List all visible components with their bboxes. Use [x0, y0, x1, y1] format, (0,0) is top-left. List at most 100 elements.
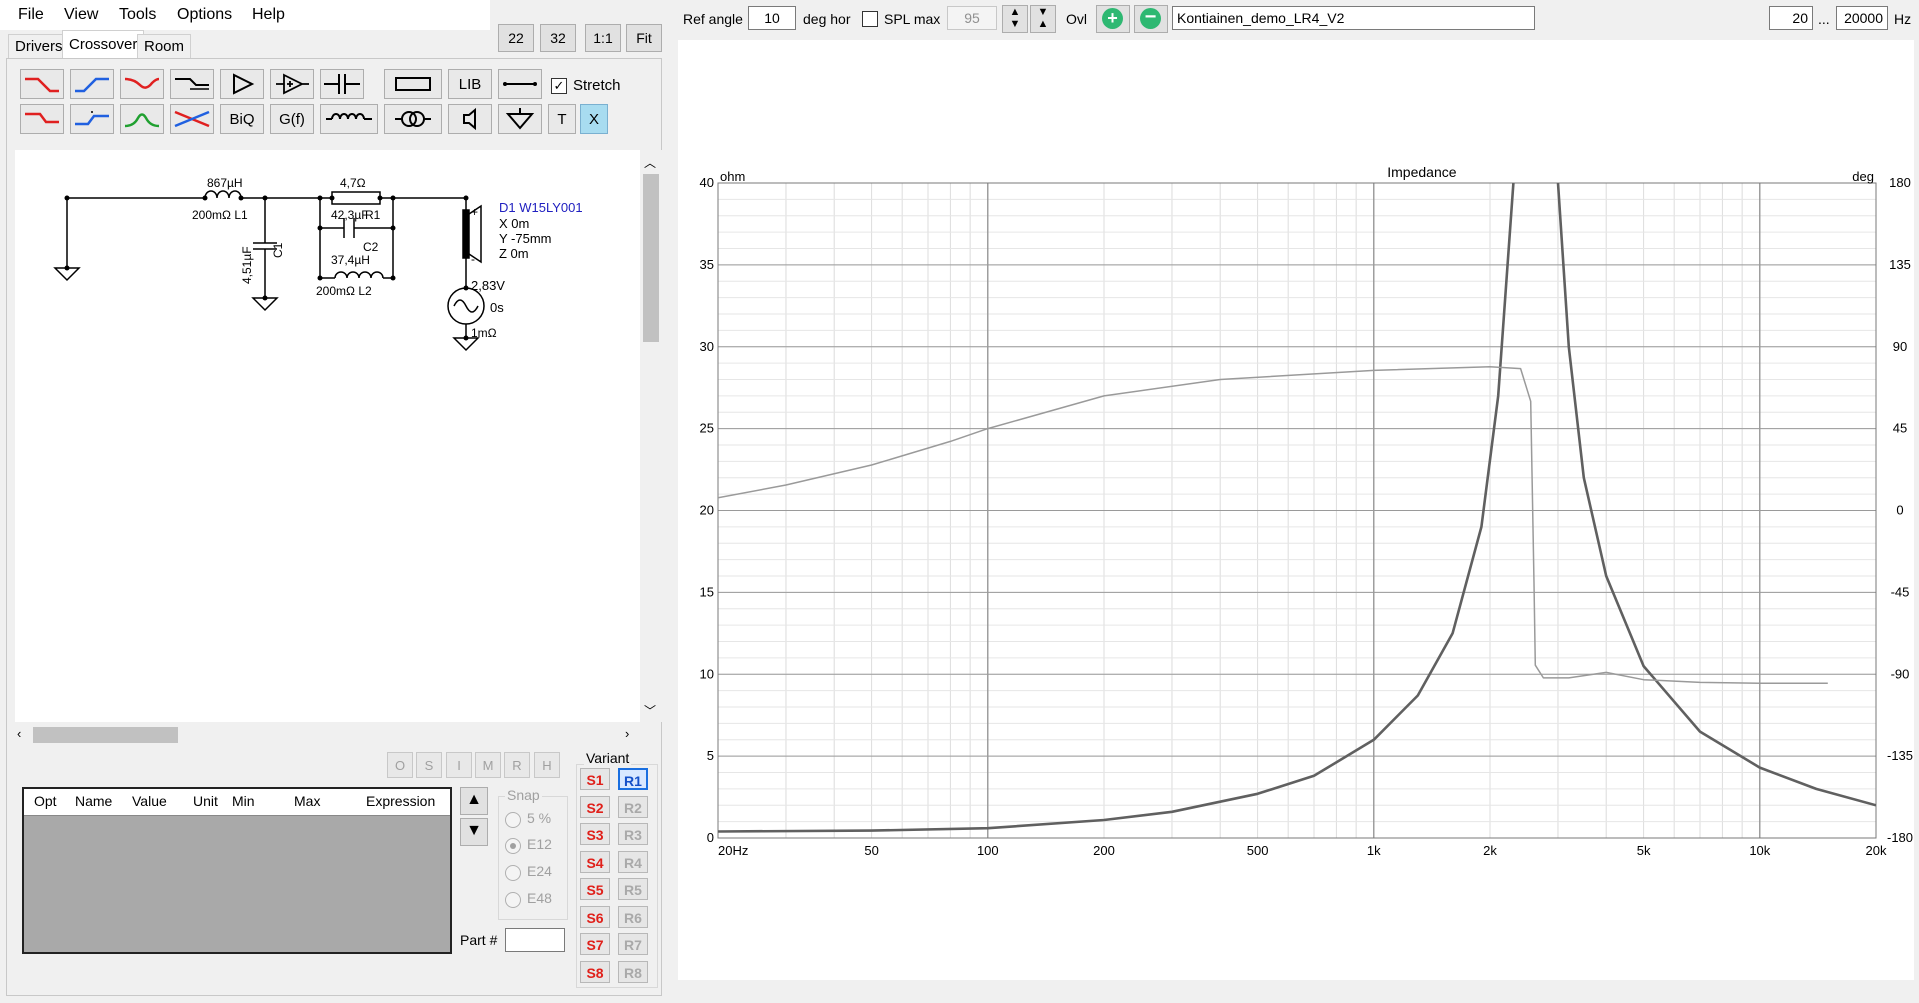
- source-resistance: 1mΩ: [471, 326, 497, 340]
- speaker-button[interactable]: [448, 104, 492, 134]
- highpass-filter-button[interactable]: [70, 69, 114, 99]
- variant-r4-button[interactable]: R4: [618, 850, 648, 873]
- menu-view[interactable]: View: [64, 6, 98, 24]
- zoom-22-button[interactable]: 22: [498, 24, 534, 52]
- inductor-button[interactable]: [320, 104, 378, 134]
- ref-angle-input[interactable]: 10: [748, 6, 796, 30]
- lowpass-filter-button[interactable]: [20, 69, 64, 99]
- x-tool-button[interactable]: X: [580, 104, 608, 134]
- freq-max-input[interactable]: 20000: [1836, 6, 1888, 30]
- move-down-button[interactable]: ▼: [460, 818, 488, 846]
- parts-table[interactable]: Opt Name Value Unit Min Max Expression: [22, 787, 452, 954]
- impedance-chart[interactable]: 20Hz 50 100 200 500 1k 2k 5k 10k 20k 0 5 10 15 20 25 30 3…: [678, 40, 1914, 980]
- biquad-button[interactable]: BiQ: [220, 104, 264, 134]
- horizontal-scroll-thumb[interactable]: [33, 727, 178, 743]
- scroll-right-icon[interactable]: ›: [625, 726, 629, 741]
- scroll-down-icon[interactable]: ﹀: [644, 702, 656, 719]
- opt-r-button[interactable]: R: [504, 752, 530, 778]
- overlay-add-button[interactable]: +: [1096, 5, 1130, 33]
- variant-s5-button[interactable]: S5: [580, 878, 610, 900]
- zoom-32-button[interactable]: 32: [540, 24, 576, 52]
- scroll-left-icon[interactable]: ‹: [17, 726, 21, 741]
- y-right-tick-label: -135: [1887, 748, 1913, 763]
- x-tick-label: 50: [864, 843, 878, 858]
- variant-s4-button[interactable]: S4: [580, 850, 610, 873]
- menu-options[interactable]: Options: [177, 6, 232, 24]
- transformer-button[interactable]: [384, 104, 442, 134]
- menu-tools[interactable]: Tools: [119, 6, 156, 24]
- col-min: Min: [232, 793, 255, 809]
- menu-help[interactable]: Help: [252, 6, 285, 24]
- part-number-input[interactable]: [505, 928, 565, 952]
- variant-r3-button[interactable]: R3: [618, 823, 648, 845]
- spl-fit-button[interactable]: ▼ ▲: [1030, 5, 1056, 33]
- bandpass-filter-button[interactable]: [120, 104, 164, 134]
- freq-min-input[interactable]: 20: [1769, 6, 1813, 30]
- variant-r7-button[interactable]: R7: [618, 933, 648, 955]
- move-up-button[interactable]: ▲: [460, 787, 488, 815]
- snap-radio-e12[interactable]: [505, 838, 521, 854]
- opt-i-button[interactable]: I: [446, 752, 472, 778]
- variant-r5-button[interactable]: R5: [618, 878, 648, 900]
- variant-s7-button[interactable]: S7: [580, 933, 610, 955]
- x-tick-label: 20Hz: [718, 843, 748, 858]
- stretch-checkbox[interactable]: ✓: [551, 78, 567, 94]
- highpass-icon: [75, 77, 109, 93]
- wire-icon: [503, 82, 537, 86]
- vertical-scroll-thumb[interactable]: [643, 174, 659, 342]
- buffer-button[interactable]: [270, 69, 314, 99]
- opt-h-button[interactable]: H: [534, 752, 560, 778]
- shelf-filter-button[interactable]: [170, 69, 214, 99]
- variant-r6-button[interactable]: R6: [618, 905, 648, 928]
- text-tool-button[interactable]: T: [548, 104, 576, 134]
- transfer-function-button[interactable]: G(f): [270, 104, 314, 134]
- variant-r2-button[interactable]: R2: [618, 795, 648, 818]
- ground-button[interactable]: [498, 104, 542, 134]
- snap-radio-5[interactable]: [505, 812, 521, 828]
- snap-radio-e24[interactable]: [505, 865, 521, 881]
- opt-o-button[interactable]: O: [387, 752, 413, 778]
- y-right-tick-label: -90: [1891, 666, 1910, 681]
- schematic-canvas[interactable]: 867µH 200mΩ L1 4,51µF C1 4,7Ω R1 42,3µF …: [15, 150, 640, 722]
- lib-button[interactable]: LIB: [448, 69, 492, 99]
- variant-s3-button[interactable]: S3: [580, 823, 610, 845]
- spl-max-checkbox[interactable]: [862, 11, 878, 27]
- zoom-fit-button[interactable]: Fit: [626, 24, 662, 52]
- wire-button[interactable]: [498, 69, 542, 99]
- variant-s8-button[interactable]: S8: [580, 960, 610, 983]
- scroll-up-icon[interactable]: ︿: [644, 154, 656, 171]
- highpass2-filter-button[interactable]: [70, 104, 114, 134]
- x-tick-label: 10k: [1749, 843, 1770, 858]
- project-name-input[interactable]: Kontiainen_demo_LR4_V2: [1172, 6, 1535, 30]
- snap-radio-e48[interactable]: [505, 892, 521, 908]
- r1-value: 4,7Ω: [340, 176, 366, 190]
- variant-s2-button[interactable]: S2: [580, 795, 610, 818]
- chart-title: Impedance: [1387, 164, 1456, 180]
- variant-r1-button[interactable]: R1: [618, 768, 648, 790]
- spl-spin-button[interactable]: ▲ ▼: [1002, 5, 1028, 33]
- notch-filter-button[interactable]: [120, 69, 164, 99]
- opt-s-button[interactable]: S: [416, 752, 442, 778]
- variant-r8-button[interactable]: R8: [618, 960, 648, 983]
- zoom-1to1-button[interactable]: 1:1: [585, 24, 621, 52]
- variant-s1-button[interactable]: S1: [580, 768, 610, 790]
- resistor-button[interactable]: [384, 69, 442, 99]
- opt-m-button[interactable]: M: [475, 752, 501, 778]
- menu-file[interactable]: File: [18, 6, 44, 24]
- overlay-remove-button[interactable]: −: [1134, 5, 1168, 33]
- spl-max-input[interactable]: 95: [947, 6, 997, 30]
- schematic-horizontal-scrollbar[interactable]: ‹ ›: [15, 724, 640, 746]
- crossover-filter-button[interactable]: [170, 104, 214, 134]
- tab-room[interactable]: Room: [137, 34, 192, 59]
- x-tick-label: 1k: [1367, 843, 1381, 858]
- schematic-vertical-scrollbar[interactable]: ︿ ﹀: [640, 150, 662, 722]
- tab-crossover[interactable]: Crossover: [62, 30, 145, 59]
- variant-s6-button[interactable]: S6: [580, 905, 610, 928]
- tab-drivers[interactable]: Drivers: [8, 34, 70, 59]
- amplifier-button[interactable]: [220, 69, 264, 99]
- ref-angle-label: Ref angle: [683, 11, 743, 27]
- lowpass2-filter-button[interactable]: [20, 104, 64, 134]
- capacitor-button[interactable]: [320, 69, 364, 99]
- y-left-tick-label: 35: [700, 257, 714, 272]
- impedance-chart-panel[interactable]: 20Hz 50 100 200 500 1k 2k 5k 10k 20k 0 5 10 15 20 25 30 3…: [678, 40, 1914, 980]
